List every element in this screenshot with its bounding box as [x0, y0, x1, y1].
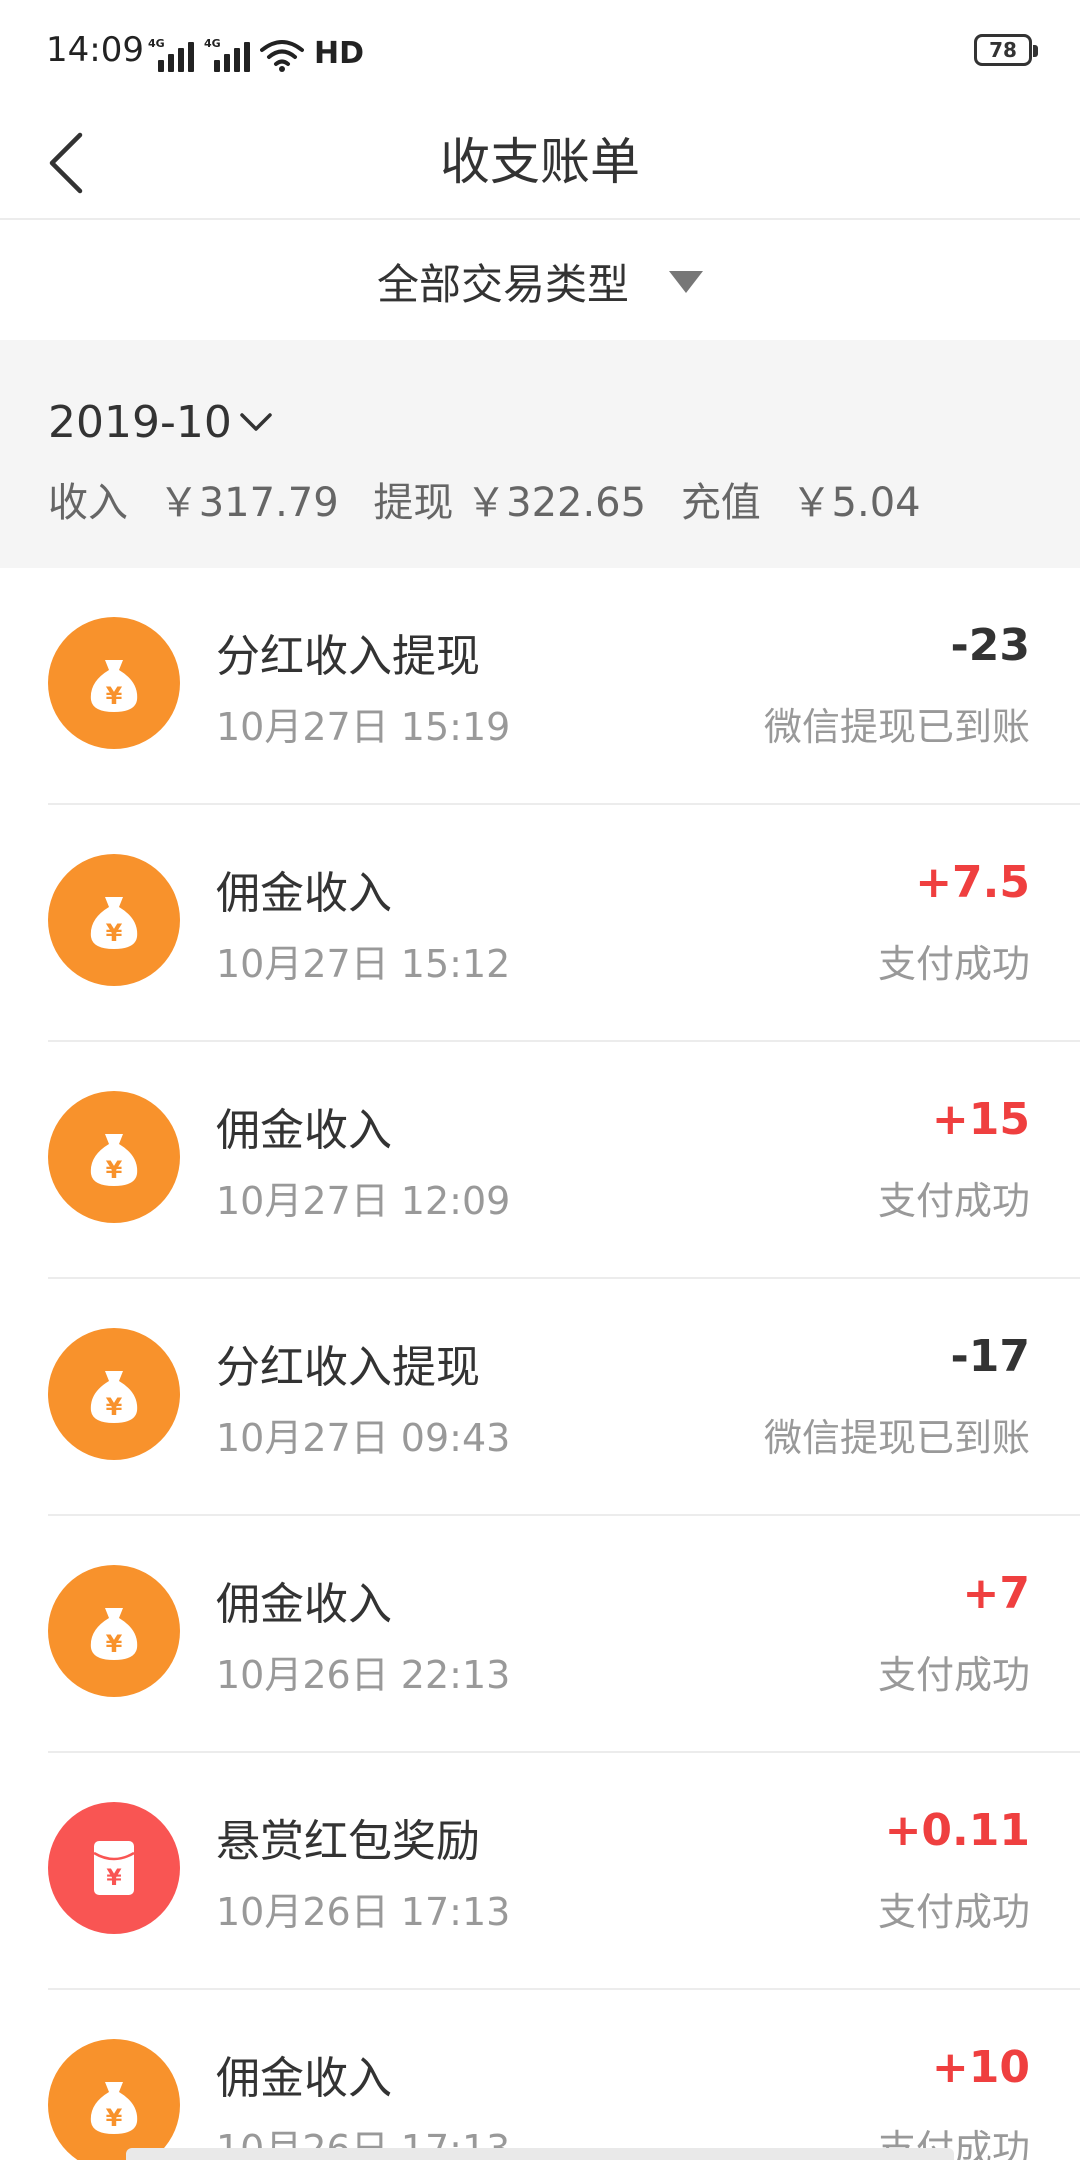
list-item[interactable]: ¥ 悬赏红包奖励 10月26日 17:13 +0.11 支付成功 — [0, 1753, 1080, 1990]
transaction-time: 10月26日 17:13 — [216, 1890, 511, 1934]
transaction-status: 支付成功 — [877, 1653, 1030, 1697]
svg-text:¥: ¥ — [106, 1630, 123, 1658]
svg-text:¥: ¥ — [106, 682, 123, 710]
transaction-status: 微信提现已到账 — [763, 705, 1030, 749]
income-value: ￥317.79 — [158, 480, 339, 526]
money-bag-icon: ¥ — [48, 854, 180, 986]
transaction-list: ¥ 分红收入提现 10月27日 15:19 -23 微信提现已到账 ¥ 佣金收入… — [0, 568, 1080, 2160]
recharge-value: ￥5.04 — [791, 480, 921, 526]
cellular-signal-icon: 4G — [204, 38, 250, 72]
transaction-title: 佣金收入 — [216, 1105, 392, 1156]
chevron-left-icon — [49, 132, 83, 194]
transaction-amount: -17 — [950, 1331, 1031, 1382]
transaction-title: 佣金收入 — [216, 1579, 392, 1630]
battery-level: 78 — [989, 38, 1017, 62]
transaction-title: 分红收入提现 — [216, 631, 480, 682]
transaction-amount: +7.5 — [915, 857, 1030, 908]
transaction-title: 佣金收入 — [216, 2053, 392, 2104]
transaction-status: 支付成功 — [877, 1890, 1030, 1934]
recharge-label: 充值 — [680, 480, 761, 526]
list-item[interactable]: ¥ 佣金收入 10月26日 17:13 +10 支付成功 — [0, 1990, 1080, 2160]
transaction-status: 支付成功 — [877, 942, 1030, 986]
cellular-signal-icon: 4G — [148, 38, 194, 72]
month-label: 2019-10 — [48, 396, 232, 448]
chevron-down-icon — [240, 413, 272, 431]
transaction-status: 支付成功 — [877, 1179, 1030, 1223]
withdraw-value: ￥322.65 — [466, 480, 647, 526]
month-picker[interactable]: 2019-10 — [48, 392, 274, 452]
svg-text:¥: ¥ — [106, 2104, 123, 2132]
svg-text:¥: ¥ — [106, 1866, 122, 1891]
money-bag-icon: ¥ — [48, 2039, 180, 2160]
summary-totals: 收入 ￥317.79 提现 ￥322.65 充值 ￥5.04 — [48, 470, 921, 528]
transaction-title: 悬赏红包奖励 — [216, 1816, 480, 1867]
money-bag-icon: ¥ — [48, 1091, 180, 1223]
filter-label: 全部交易类型 — [376, 259, 629, 309]
svg-text:¥: ¥ — [106, 1156, 123, 1184]
network-type-label: 4G — [204, 37, 221, 50]
transaction-amount: +0.11 — [884, 1805, 1030, 1856]
withdraw-label: 提现 — [373, 480, 454, 526]
transaction-status: 微信提现已到账 — [763, 1416, 1030, 1460]
status-bar: 14:09 4G 4G HD 78 — [0, 0, 1080, 104]
money-bag-icon: ¥ — [48, 1328, 180, 1460]
money-bag-icon: ¥ — [48, 617, 180, 749]
transaction-amount: +10 — [931, 2042, 1030, 2093]
transaction-time: 10月26日 22:13 — [216, 1653, 511, 1697]
hd-indicator: HD — [314, 36, 365, 71]
list-item[interactable]: ¥ 分红收入提现 10月27日 09:43 -17 微信提现已到账 — [0, 1279, 1080, 1516]
list-item[interactable]: ¥ 佣金收入 10月26日 22:13 +7 支付成功 — [0, 1516, 1080, 1753]
transaction-time: 10月27日 15:12 — [216, 942, 511, 986]
transaction-title: 分红收入提现 — [216, 1342, 480, 1393]
transaction-amount: +7 — [962, 1568, 1030, 1619]
money-bag-icon: ¥ — [48, 1565, 180, 1697]
red-envelope-icon: ¥ — [48, 1802, 180, 1934]
transaction-type-filter[interactable]: 全部交易类型 — [0, 222, 1080, 340]
battery-icon: 78 — [974, 34, 1038, 66]
wifi-icon — [260, 40, 304, 72]
list-item[interactable]: ¥ 分红收入提现 10月27日 15:19 -23 微信提现已到账 — [0, 568, 1080, 805]
status-signals: 4G 4G HD — [148, 32, 364, 72]
network-type-label: 4G — [148, 37, 165, 50]
transaction-title: 佣金收入 — [216, 868, 392, 919]
svg-text:¥: ¥ — [106, 919, 123, 947]
transaction-amount: +15 — [931, 1094, 1030, 1145]
nav-bar: 收支账单 — [0, 104, 1080, 220]
back-button[interactable] — [46, 118, 126, 208]
status-time: 14:09 — [46, 30, 144, 70]
transaction-time: 10月27日 15:19 — [216, 705, 511, 749]
income-label: 收入 — [48, 480, 128, 526]
bottom-sheet-handle — [126, 2148, 954, 2160]
monthly-summary: 2019-10 收入 ￥317.79 提现 ￥322.65 充值 ￥5.04 — [0, 340, 1080, 568]
transaction-time: 10月27日 09:43 — [216, 1416, 511, 1460]
svg-text:¥: ¥ — [106, 1393, 123, 1421]
list-item[interactable]: ¥ 佣金收入 10月27日 12:09 +15 支付成功 — [0, 1042, 1080, 1279]
page-title: 收支账单 — [440, 133, 640, 191]
transaction-time: 10月27日 12:09 — [216, 1179, 511, 1223]
list-item[interactable]: ¥ 佣金收入 10月27日 15:12 +7.5 支付成功 — [0, 805, 1080, 1042]
caret-down-icon — [669, 271, 703, 293]
transaction-amount: -23 — [950, 620, 1031, 671]
